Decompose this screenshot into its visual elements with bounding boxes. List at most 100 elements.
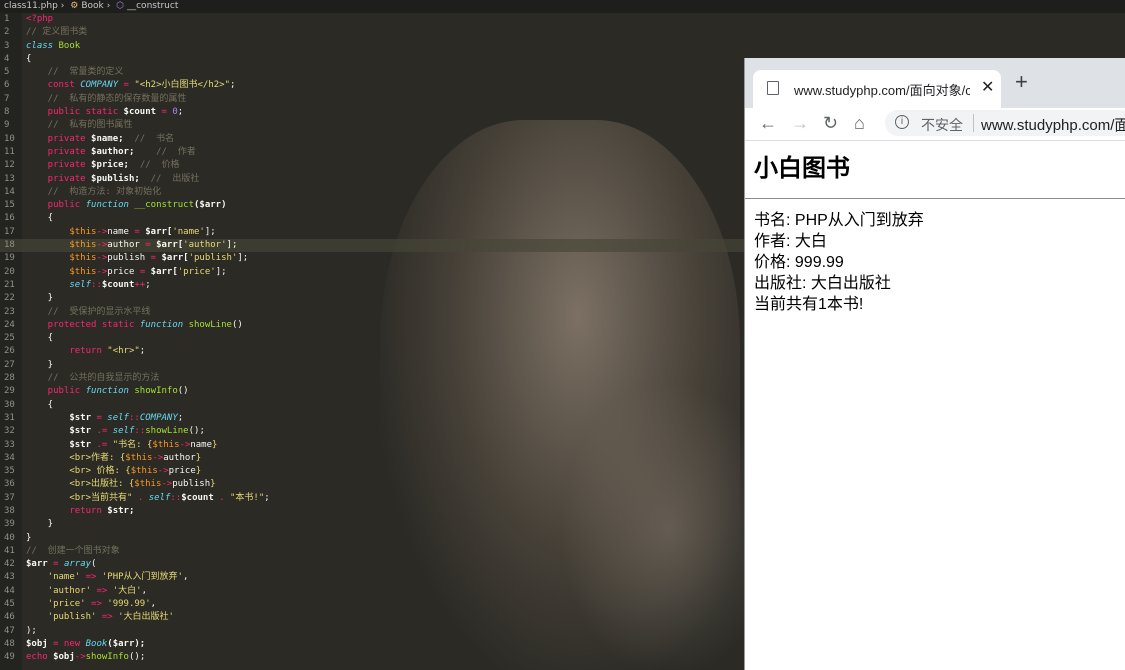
line-text[interactable]: } [26,532,31,545]
line-text[interactable]: self::$count++; [26,279,150,292]
line-text[interactable]: ); [26,625,37,638]
code-token: price [107,266,140,277]
url-text[interactable]: www.studyphp.com/面 [981,114,1125,135]
code-line[interactable]: 2 // 定义图书类 [0,26,1125,39]
breadcrumb-file[interactable]: class11.php [4,1,58,11]
code-token: <br>作者: { [26,452,126,463]
line-text[interactable]: // 公共的自我显示的方法 [26,372,160,385]
address-bar[interactable]: i 不安全 www.studyphp.com/面 [885,110,1125,136]
code-token: .= [96,439,113,450]
line-number: 41 [4,545,15,556]
code-token: author [107,240,146,251]
line-text[interactable]: // 定义图书类 [26,26,87,39]
code-token: $arr[ [161,253,189,264]
code-token: ; [177,107,184,118]
line-text[interactable]: $this->name = $arr['name']; [26,226,216,239]
line-text[interactable]: <br>作者: {$this->author} [26,452,201,465]
browser-tab[interactable]: www.studyphp.com/面向对象/cl ✕ [753,70,1001,108]
code-token: $this [26,253,97,264]
code-token: ]; [204,226,216,237]
line-text[interactable]: } [26,518,53,531]
line-text[interactable]: 'publish' => '大白出版社' [26,611,174,624]
line-text[interactable]: private $author; // 作者 [26,146,196,159]
line-text[interactable]: // 私有的静态的保存数量的属性 [26,93,187,106]
code-token: $count [101,279,135,290]
line-text[interactable]: private $price; // 价格 [26,159,180,172]
code-token: publish [172,479,211,490]
breadcrumb-class[interactable]: Book [81,1,103,11]
line-number: 18 [4,240,15,251]
line-text[interactable]: { [26,399,53,412]
line-number: 8 [4,107,10,118]
line-number: 36 [4,479,15,490]
line-text[interactable]: private $publish; // 出版社 [26,173,200,186]
back-arrow-icon[interactable]: ← [759,112,777,134]
line-text[interactable]: $this->author = $arr['author']; [26,239,237,252]
breadcrumb: class11.php › ⚙ Book › ⬡ __construct [0,0,1125,13]
line-text[interactable]: // 受保护的显示水平线 [26,306,151,319]
info-icon[interactable]: i [895,115,909,129]
forward-arrow-icon[interactable]: → [791,112,809,134]
line-text[interactable]: { [26,332,53,345]
line-text[interactable]: { [26,212,53,225]
line-text[interactable]: return "<hr>"; [26,345,145,358]
line-text[interactable]: // 常量类的定义 [26,66,124,79]
line-text[interactable]: $this->price = $arr['price']; [26,266,226,279]
line-text[interactable]: { [26,53,31,66]
breadcrumb-method[interactable]: __construct [127,1,178,11]
close-tab-icon[interactable]: ✕ [981,77,994,97]
code-token: // 创建一个图书对象 [26,545,120,556]
line-text[interactable]: $str = self::COMPANY; [26,412,183,425]
code-line[interactable]: 3 class Book [0,40,1125,53]
line-text[interactable]: public function __construct($arr) [26,199,227,212]
line-text[interactable]: $obj = new Book($arr); [26,638,145,651]
line-text[interactable]: 'name' => 'PHP从入门到放弃', [26,571,189,584]
code-token: -> [152,452,164,463]
line-text[interactable]: public function showInfo() [26,385,189,398]
line-number: 19 [4,253,15,264]
code-token: { [26,53,32,64]
line-number: 39 [4,519,15,530]
line-text[interactable]: const COMPANY = "<h2>小白图书</h2>"; [26,79,236,92]
code-token: showInfo [85,652,129,663]
new-tab-icon[interactable]: + [1015,71,1028,93]
line-text[interactable]: } [26,359,53,372]
line-text[interactable]: 'author' => '大白', [26,585,147,598]
code-token: $this [134,479,162,490]
line-text[interactable]: class Book [26,40,80,53]
insecure-label[interactable]: 不安全 [921,115,963,135]
line-text[interactable]: // 私有的图书属性 [26,119,133,132]
line-text[interactable]: <br>当前共有" . self::$count . "本书!"; [26,492,269,505]
line-text[interactable]: } [26,292,53,305]
line-text[interactable]: $str .= "书名: {$this->name} [26,439,217,452]
line-text[interactable]: public static $count = 0; [26,106,184,119]
line-text[interactable]: echo $obj->showInfo(); [26,651,145,664]
code-token: $this [26,226,97,237]
code-token: = [161,107,173,118]
line-text[interactable]: <br>出版社: {$this->publish} [26,478,215,491]
code-token: $arr[ [145,226,173,237]
code-line[interactable]: 1 <?php [0,13,1125,26]
tab-bar: www.studyphp.com/面向对象/cl ✕ + [745,58,1125,108]
line-text[interactable]: <br> 价格: {$this->price} [26,465,201,478]
line-text[interactable]: protected static function showLine() [26,319,243,332]
line-number: 30 [4,399,15,410]
code-token: COMPANY [139,412,178,423]
code-token: // 常量类的定义 [26,67,124,78]
line-text[interactable]: <?php [26,13,53,26]
line-text[interactable]: private $name; // 书名 [26,133,174,146]
code-token: <br>出版社: { [26,479,135,490]
line-number: 27 [4,359,15,370]
line-text[interactable]: return $str; [26,505,134,518]
home-icon[interactable]: ⌂ [854,112,865,134]
line-text[interactable]: $arr = array( [26,558,96,571]
line-text[interactable]: 'price' => '999.99', [26,598,156,611]
line-text[interactable]: // 构造方法: 对象初始化 [26,186,162,199]
code-token: $str [26,439,97,450]
line-text[interactable]: $str .= self::showLine(); [26,425,205,438]
code-token: 'PHP从入门到放弃' [101,572,183,583]
reload-icon[interactable]: ↻ [823,112,838,134]
line-text[interactable]: // 创建一个图书对象 [26,545,120,558]
browser-window: www.studyphp.com/面向对象/cl ✕ + ← → ↻ ⌂ i 不… [744,58,1125,670]
line-text[interactable]: $this->publish = $arr['publish']; [26,252,248,265]
